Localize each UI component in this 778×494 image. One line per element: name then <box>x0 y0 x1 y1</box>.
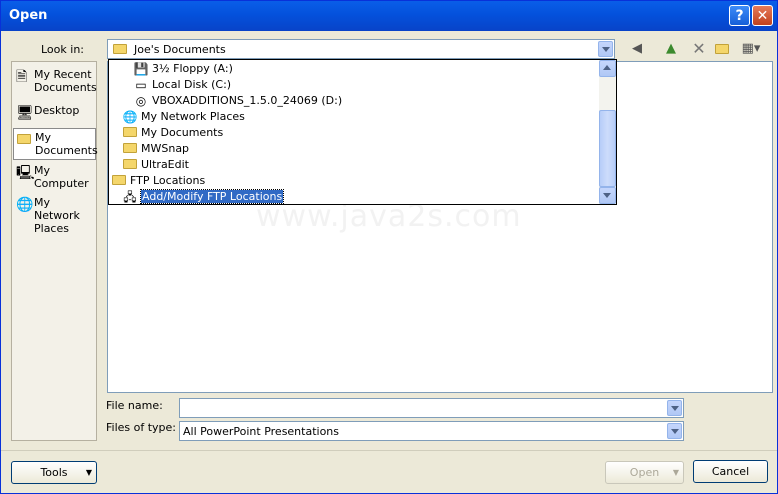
files-of-type-label: Files of type: <box>106 421 177 434</box>
ftp-icon: 🖧 <box>123 190 137 204</box>
help-icon: ? <box>735 8 744 24</box>
place-label: My Documents <box>35 131 98 157</box>
dropdown-item[interactable]: My Documents <box>122 125 223 141</box>
dropdown-item[interactable]: ◎ VBOXADDITIONS_1.5.0_24069 (D:) <box>133 93 342 109</box>
dropdown-scrollbar[interactable] <box>599 60 616 204</box>
chevron-down-icon: ▼ <box>672 468 679 477</box>
place-my-computer[interactable]: 🖳 My Computer <box>13 162 96 194</box>
place-my-recent-documents[interactable]: 🗎 My Recent Documents <box>13 66 97 98</box>
recent-documents-icon: 🗎 <box>16 69 28 85</box>
desktop-icon: 🖥 <box>16 105 34 121</box>
my-documents-icon <box>122 126 138 140</box>
delete-icon[interactable]: ✕ <box>689 40 709 58</box>
chevron-down-icon[interactable] <box>598 41 613 57</box>
help-button[interactable]: ? <box>729 5 750 26</box>
file-name-label: File name: <box>106 399 163 412</box>
new-folder-icon[interactable] <box>712 40 732 58</box>
network-places-icon: 🌐 <box>122 110 138 124</box>
folder-icon <box>113 44 127 54</box>
place-my-documents[interactable]: My Documents <box>13 128 98 160</box>
place-label: Desktop <box>34 104 80 117</box>
cdrom-icon: ◎ <box>135 94 147 108</box>
dropdown-item[interactable]: MWSnap <box>122 141 189 157</box>
files-of-type-select[interactable]: All PowerPoint Presentations <box>179 421 684 441</box>
tools-button[interactable]: Tools ▼ <box>11 461 97 484</box>
scroll-down-button[interactable] <box>599 187 616 204</box>
close-icon: ✕ <box>756 8 769 24</box>
cancel-button[interactable]: Cancel <box>693 460 768 483</box>
place-label: My Computer <box>34 164 89 190</box>
back-icon[interactable]: ◀ <box>627 40 647 58</box>
views-menu-icon[interactable]: ▦▾ <box>736 40 766 58</box>
open-label: Open <box>629 466 660 479</box>
dropdown-item-selected[interactable]: 🖧 Add/Modify FTP Locations <box>122 189 285 205</box>
dropdown-item[interactable]: UltraEdit <box>122 157 189 173</box>
dropdown-item[interactable]: FTP Locations <box>111 173 205 189</box>
separator <box>1 450 777 451</box>
up-folder-icon[interactable]: ▲ <box>661 40 681 58</box>
my-computer-icon: 🖳 <box>16 165 35 181</box>
window-title: Open <box>9 8 48 23</box>
dropdown-item[interactable]: ▭ Local Disk (C:) <box>133 77 231 93</box>
chevron-down-icon[interactable] <box>667 423 682 439</box>
folder-icon <box>111 174 127 188</box>
folder-icon <box>122 158 138 172</box>
place-label: My Network Places <box>34 196 80 235</box>
look-in-select[interactable]: Joe's Documents <box>107 39 615 59</box>
cancel-label: Cancel <box>711 465 750 478</box>
places-bar: 🗎 My Recent Documents 🖥 Desktop My Docum… <box>11 61 98 441</box>
look-in-dropdown-list[interactable]: 💾 3½ Floppy (A:) ▭ Local Disk (C:) ◎ VBOXAD… <box>108 59 617 205</box>
chevron-up-icon <box>603 65 611 70</box>
dropdown-item[interactable]: 🌐 My Network Places <box>122 109 245 125</box>
scroll-up-button[interactable] <box>599 60 616 77</box>
chevron-down-icon <box>603 193 611 198</box>
floppy-icon: 💾 <box>133 62 149 76</box>
look-in-label: Look in: <box>41 43 84 56</box>
tools-label: Tools <box>40 466 68 479</box>
close-button[interactable]: ✕ <box>752 5 773 26</box>
look-in-value: Joe's Documents <box>134 43 226 56</box>
place-my-network-places[interactable]: 🌐 My Network Places <box>13 194 96 235</box>
folder-icon <box>122 142 138 156</box>
my-documents-icon <box>17 132 33 148</box>
place-label: My Recent Documents <box>34 68 97 94</box>
disk-icon: ▭ <box>135 78 147 92</box>
scroll-thumb[interactable] <box>599 110 616 187</box>
file-name-input[interactable] <box>179 398 684 418</box>
chevron-down-icon: ▼ <box>85 468 92 477</box>
open-button[interactable]: Open ▼ <box>605 461 684 484</box>
network-places-icon: 🌐 <box>16 197 34 213</box>
dropdown-item[interactable]: 💾 3½ Floppy (A:) <box>133 61 233 77</box>
open-dialog: Open ? ✕ Look in: Joe's Documents ◀ ▲ ✕ … <box>0 0 778 494</box>
chevron-down-icon[interactable] <box>667 400 682 416</box>
title-bar[interactable]: Open ? ✕ <box>1 1 777 31</box>
files-of-type-value: All PowerPoint Presentations <box>183 425 340 438</box>
